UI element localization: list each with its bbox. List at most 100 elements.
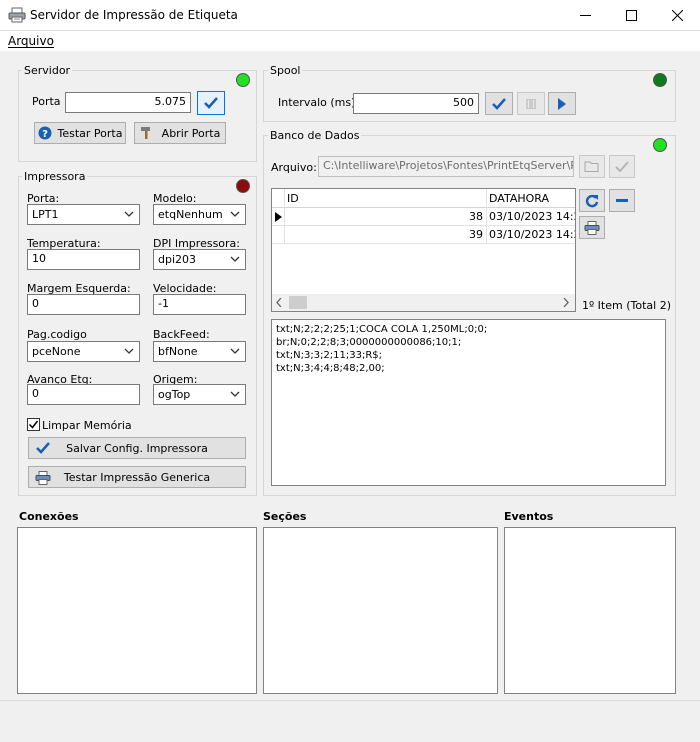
velocidade-input[interactable]: -1 [153, 294, 246, 315]
pagcodigo-value: pceNone [32, 345, 81, 358]
chevron-left-icon [276, 298, 282, 307]
abrir-porta-button[interactable]: Abrir Porta [134, 122, 226, 144]
backfeed-select[interactable]: bfNone [153, 341, 246, 362]
folder-open-icon [584, 161, 599, 172]
margem-input[interactable]: 0 [27, 294, 140, 315]
chevron-down-icon [230, 254, 240, 264]
impressora-porta-value: LPT1 [32, 208, 59, 221]
row-id: 39 [469, 228, 483, 241]
origem-select[interactable]: ogTop [153, 384, 246, 405]
arquivo-label: Arquivo: [271, 161, 317, 174]
play-icon [558, 97, 566, 110]
intervalo-input[interactable]: 500 [353, 93, 479, 114]
chevron-down-icon [230, 389, 240, 399]
checkmark-icon [615, 160, 629, 172]
chevron-down-icon [230, 346, 240, 356]
spool-group-label: Spool [268, 64, 303, 77]
help-icon: ? [38, 126, 52, 140]
memo-line: txt;N;3;4;4;8;48;2,00; [276, 363, 385, 374]
hammer-icon [140, 127, 150, 139]
table-row[interactable]: 38 03/10/2023 14:22 [272, 208, 575, 226]
open-folder-button[interactable] [579, 155, 605, 178]
backfeed-label: BackFeed: [153, 328, 210, 341]
arquivo-confirm-button[interactable] [609, 155, 635, 178]
testar-impressao-label: Testar Impressão Generica [63, 470, 211, 484]
modelo-select[interactable]: etqNenhum [153, 204, 246, 225]
avanco-input[interactable]: 0 [27, 384, 140, 405]
printer-icon [584, 220, 600, 235]
servidor-porta-input[interactable]: 5.075 [65, 92, 191, 113]
banco-group-label: Banco de Dados [268, 129, 362, 142]
banco-status-led [653, 138, 667, 152]
column-header-id[interactable]: ID [287, 192, 299, 205]
origem-value: ogTop [158, 388, 191, 401]
title-bar: Servidor de Impressão de Etiqueta [0, 0, 700, 31]
menu-arquivo[interactable]: Arquivo [8, 34, 54, 48]
testar-porta-label: Testar Porta [57, 126, 123, 140]
close-icon [671, 10, 683, 21]
arquivo-input[interactable]: C:\Intelliware\Projetos\Fontes\PrintEtqS… [318, 156, 574, 177]
printer-icon [35, 471, 51, 485]
printer-app-icon [8, 7, 26, 23]
label-content-memo[interactable]: txt;N;2;2;2;25;1;COCA COLA 1,250ML;0;0; … [271, 319, 666, 486]
testar-porta-button[interactable]: ? Testar Porta [34, 122, 126, 144]
abrir-porta-label: Abrir Porta [161, 126, 221, 140]
eventos-list[interactable] [504, 527, 676, 694]
spool-grid[interactable]: ID DATAHORA 38 03/10/2023 14:22 39 03/10… [271, 188, 576, 312]
delete-button[interactable] [609, 189, 635, 212]
minimize-button[interactable] [562, 0, 608, 31]
spool-play-button[interactable] [548, 92, 576, 115]
conexoes-list[interactable] [17, 527, 257, 694]
limpar-memoria-label: Limpar Memória [42, 419, 132, 432]
modelo-value: etqNenhum [158, 208, 223, 221]
secoes-list[interactable] [263, 527, 498, 694]
limpar-memoria-checkbox[interactable] [27, 418, 40, 431]
refresh-icon [585, 194, 599, 207]
backfeed-value: bfNone [158, 345, 198, 358]
maximize-icon [625, 10, 637, 21]
chevron-down-icon [124, 209, 134, 219]
close-button[interactable] [654, 0, 700, 31]
dpi-select[interactable]: dpi203 [153, 249, 246, 270]
salvar-config-button[interactable]: Salvar Config. Impressora [28, 437, 246, 459]
chevron-right-icon [563, 298, 569, 307]
memo-line: txt;N;3;3;2;11;33;R$; [276, 350, 383, 361]
servidor-status-led [236, 73, 250, 87]
checkmark-icon [492, 97, 506, 110]
column-header-datahora[interactable]: DATAHORA [489, 192, 549, 205]
checkmark-icon [28, 420, 39, 429]
maximize-button[interactable] [608, 0, 654, 31]
temperatura-input[interactable]: 10 [27, 249, 140, 270]
row-id: 38 [469, 210, 483, 223]
pagcodigo-select[interactable]: pceNone [27, 341, 140, 362]
horizontal-scrollbar[interactable] [272, 294, 575, 311]
table-row[interactable]: 39 03/10/2023 14:23 [272, 226, 575, 244]
checkmark-icon [36, 442, 50, 454]
chevron-down-icon [230, 209, 240, 219]
impressora-porta-select[interactable]: LPT1 [27, 204, 140, 225]
checkmark-icon [204, 97, 218, 109]
item-status-label: 1º Item (Total 2) [582, 299, 671, 312]
eventos-heading: Eventos [504, 510, 554, 523]
servidor-porta-label: Porta [32, 95, 61, 108]
scrollbar-thumb[interactable] [289, 296, 307, 309]
secoes-heading: Seções [263, 510, 307, 523]
dpi-value: dpi203 [158, 253, 197, 266]
conexoes-heading: Conexões [19, 510, 79, 523]
memo-line: txt;N;2;2;2;25;1;COCA COLA 1,250ML;0;0; [276, 324, 488, 335]
svg-text:?: ? [42, 129, 48, 140]
minimize-icon [579, 15, 591, 16]
spool-confirm-button[interactable] [485, 92, 513, 115]
grid-header: ID DATAHORA [272, 189, 575, 208]
memo-line: br;N;0;2;2;8;3;0000000000086;10;1; [276, 337, 462, 348]
print-record-button[interactable] [579, 216, 605, 239]
chevron-down-icon [124, 346, 134, 356]
refresh-button[interactable] [579, 189, 605, 212]
spool-pause-button[interactable] [517, 92, 545, 115]
testar-impressao-button[interactable]: Testar Impressão Generica [28, 466, 246, 488]
minus-icon [616, 198, 628, 202]
confirm-porta-button[interactable] [197, 91, 225, 115]
row-datahora: 03/10/2023 14:23 [489, 228, 575, 241]
impressora-group-label: Impressora [22, 170, 88, 183]
servidor-group-label: Servidor [22, 64, 73, 77]
